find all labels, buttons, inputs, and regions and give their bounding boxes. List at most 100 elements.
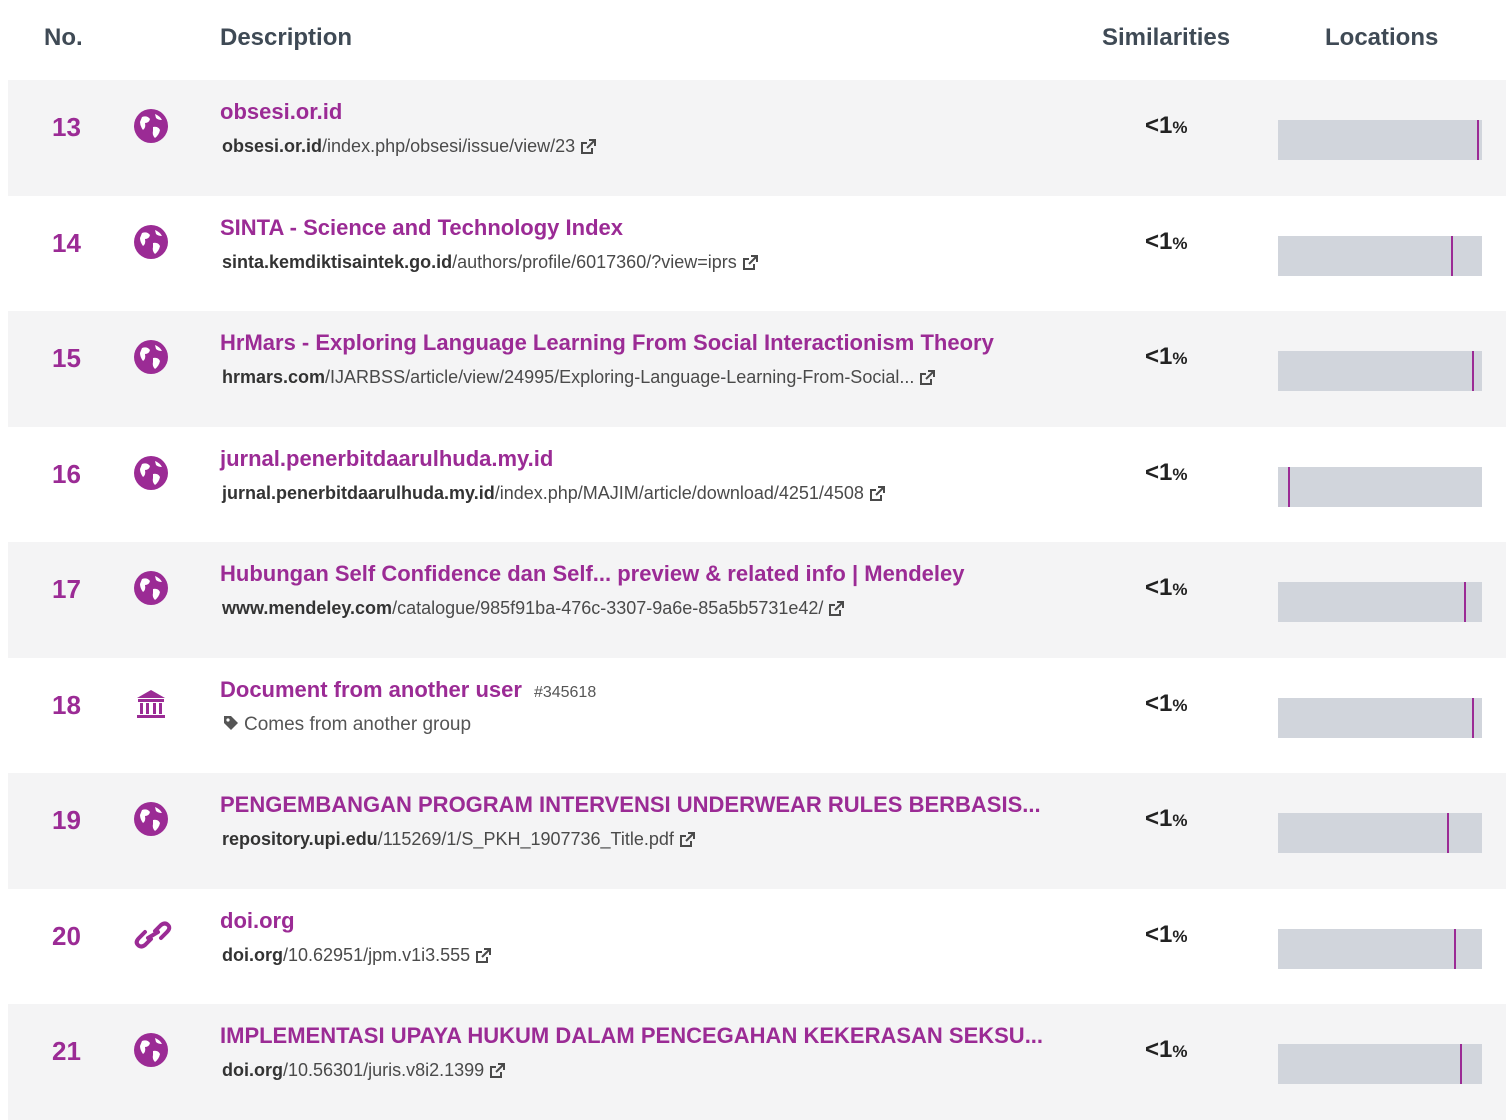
table-row[interactable]: 14 SINTA - Science and Technology Index si… [8, 196, 1506, 312]
similarity-unit: % [1172, 580, 1188, 599]
external-link-icon[interactable] [488, 1062, 506, 1080]
location-bar[interactable] [1278, 928, 1482, 969]
globe-icon [133, 455, 169, 491]
table-row[interactable]: 16 jurnal.penerbitdaarulhuda.my.id jurnal.… [8, 427, 1506, 543]
header-description: Description [220, 24, 353, 51]
row-number: 18 [52, 689, 81, 720]
similarity-unit: % [1172, 464, 1188, 484]
table-header: No. Description Similarities Locations [8, 0, 1506, 80]
source-url[interactable]: doi.org/10.62951/jpm.v1i3.555 [222, 945, 492, 966]
table-row[interactable]: 21 IMPLEMENTASI UPAYA HUKUM DALAM PENCEGA… [8, 1004, 1506, 1120]
sources-table: No. Description Similarities Locations 1… [8, 0, 1506, 1120]
external-link-icon[interactable] [741, 254, 759, 272]
globe-icon [133, 339, 169, 375]
source-url[interactable]: doi.org/10.56301/juris.v8i2.1399 [222, 1060, 506, 1081]
source-path: /115269/1/S_PKH_1907736_Title.pdf [377, 829, 674, 849]
row-number: 15 [52, 343, 81, 373]
source-group: Comes from another group [222, 714, 471, 736]
location-marker[interactable] [1460, 1044, 1462, 1084]
table-row[interactable]: 15 HrMars - Exploring Language Learning F… [8, 311, 1506, 427]
similarity-unit: % [1172, 695, 1188, 715]
location-marker[interactable] [1447, 813, 1449, 853]
location-bar[interactable] [1278, 120, 1482, 160]
source-title-text: obsesi.or.id [220, 99, 343, 124]
similarity-value: <1% [1145, 459, 1188, 487]
location-bar[interactable] [1278, 697, 1482, 738]
similarity-unit: % [1172, 233, 1188, 253]
location-bar[interactable] [1278, 813, 1482, 853]
source-url[interactable]: sinta.kemdiktisaintek.go.id/authors/prof… [222, 252, 759, 273]
table-row[interactable]: 19 PENGEMBANGAN PROGRAM INTERVENSI UNDERW… [8, 773, 1506, 889]
source-url[interactable]: obsesi.or.id/index.php/obsesi/issue/view… [222, 136, 597, 157]
external-link-icon[interactable] [827, 600, 845, 618]
external-link-icon[interactable] [868, 485, 886, 503]
table-row[interactable]: 18 Document from another user #345618 Comes… [8, 658, 1506, 774]
location-bar[interactable] [1278, 582, 1482, 622]
globe-icon [133, 801, 169, 837]
source-path: /10.62951/jpm.v1i3.555 [283, 944, 471, 965]
source-title[interactable]: doi.org [220, 908, 295, 934]
location-marker[interactable] [1451, 235, 1453, 276]
location-marker[interactable] [1472, 697, 1474, 738]
location-bar[interactable] [1278, 466, 1482, 507]
table-row[interactable]: 17 Hubungan Self Confidence dan Self... p… [8, 542, 1506, 658]
source-path: /IJARBSS/article/view/24995/Exploring-La… [325, 367, 915, 387]
similarity-value: <1% [1145, 1036, 1188, 1064]
source-url[interactable]: hrmars.com/IJARBSS/article/view/24995/Ex… [222, 367, 936, 388]
row-number: 13 [52, 112, 81, 142]
table-row[interactable]: 20 doi.org doi.org/10.62951/jpm.v1i3.555 <1… [8, 889, 1506, 1005]
similarity-value: <1% [1145, 343, 1188, 371]
tag-icon [224, 715, 238, 730]
external-link-icon[interactable] [474, 947, 492, 965]
source-path: /index.php/MAJIM/article/download/4251/4… [494, 482, 864, 503]
source-title[interactable]: PENGEMBANGAN PROGRAM INTERVENSI UNDERWEA… [220, 792, 1041, 818]
globe-icon [133, 1032, 169, 1068]
header-locations: Locations [1325, 24, 1439, 51]
source-url[interactable]: repository.upi.edu/115269/1/S_PKH_190773… [222, 829, 696, 850]
external-link-icon[interactable] [579, 138, 597, 156]
globe-icon [133, 570, 169, 606]
source-domain: www.mendeley.com [222, 598, 393, 618]
table-row[interactable]: 13 obsesi.or.id obsesi.or.id/index.php/obs… [8, 80, 1506, 196]
institution-icon [133, 686, 169, 722]
group-label: Comes from another group [244, 713, 472, 735]
external-link-icon[interactable] [678, 831, 696, 849]
source-title[interactable]: Document from another user #345618 [220, 677, 596, 703]
source-title-text: Document from another user [220, 676, 522, 702]
similarity-number: <1 [1145, 920, 1173, 948]
similarity-number: <1 [1145, 227, 1173, 255]
similarity-number: <1 [1145, 805, 1173, 832]
source-title[interactable]: IMPLEMENTASI UPAYA HUKUM DALAM PENCEGAHA… [220, 1023, 1043, 1049]
similarity-unit: % [1172, 1042, 1188, 1061]
location-marker[interactable] [1454, 928, 1456, 969]
row-number: 14 [52, 227, 81, 258]
header-similarities: Similarities [1102, 24, 1231, 51]
location-bar[interactable] [1278, 1044, 1482, 1084]
header-no: No. [44, 24, 83, 51]
location-marker[interactable] [1464, 582, 1466, 622]
similarity-unit: % [1172, 349, 1188, 368]
location-marker[interactable] [1288, 466, 1290, 507]
source-path: /authors/profile/6017360/?view=iprs [452, 251, 737, 272]
source-url[interactable]: www.mendeley.com/catalogue/985f91ba-476c… [222, 598, 845, 619]
location-marker[interactable] [1472, 351, 1474, 391]
source-title[interactable]: jurnal.penerbitdaarulhuda.my.id [220, 446, 553, 472]
source-title-text: jurnal.penerbitdaarulhuda.my.id [220, 445, 554, 471]
similarity-number: <1 [1145, 458, 1173, 486]
source-path: /10.56301/juris.v8i2.1399 [283, 1060, 485, 1080]
source-url[interactable]: jurnal.penerbitdaarulhuda.my.id/index.ph… [222, 483, 886, 504]
source-title-text: IMPLEMENTASI UPAYA HUKUM DALAM PENCEGAHA… [220, 1023, 1044, 1048]
source-title[interactable]: HrMars - Exploring Language Learning Fro… [220, 330, 994, 356]
globe-icon [133, 224, 169, 260]
external-link-icon[interactable] [918, 369, 936, 387]
source-title-text: HrMars - Exploring Language Learning Fro… [220, 330, 994, 355]
source-title[interactable]: SINTA - Science and Technology Index [220, 215, 623, 241]
source-title[interactable]: Hubungan Self Confidence dan Self... pre… [220, 561, 965, 587]
similarity-value: <1% [1145, 574, 1188, 602]
location-bar[interactable] [1278, 235, 1482, 276]
location-bar[interactable] [1278, 351, 1482, 391]
source-title-text: PENGEMBANGAN PROGRAM INTERVENSI UNDERWEA… [220, 792, 1041, 817]
similarity-number: <1 [1145, 1036, 1173, 1063]
location-marker[interactable] [1477, 120, 1479, 160]
source-title[interactable]: obsesi.or.id [220, 99, 342, 125]
